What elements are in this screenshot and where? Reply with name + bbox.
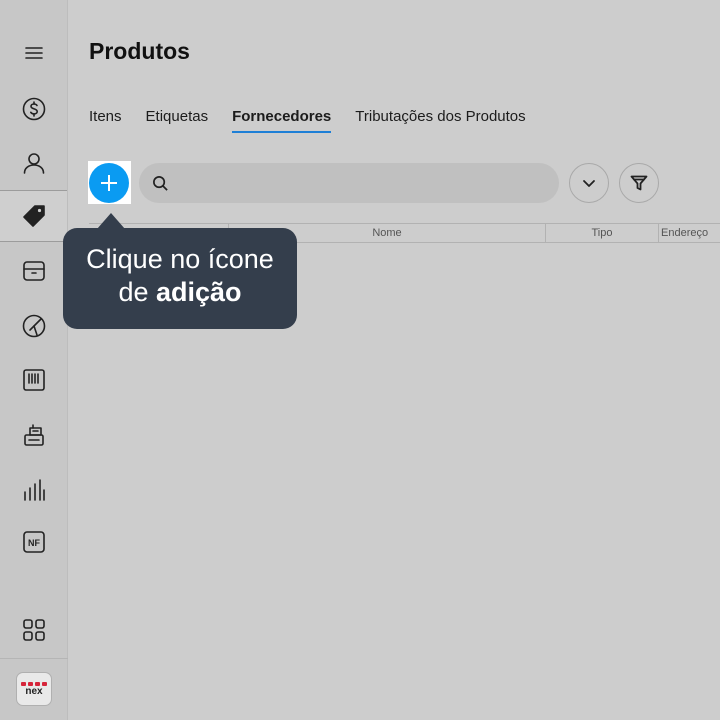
tab-etiquetas[interactable]: Etiquetas — [146, 107, 209, 133]
sidebar-item-register[interactable] — [0, 251, 67, 291]
tooltip-line-2: de adição — [63, 276, 297, 309]
register-icon — [22, 261, 45, 281]
column-header-endereco[interactable]: Endereço — [658, 224, 720, 242]
bar-chart-icon — [23, 479, 45, 501]
sidebar-item-nf[interactable]: NF — [0, 522, 67, 562]
nex-logo-text: nex — [25, 685, 43, 697]
search-icon — [153, 175, 168, 191]
tooltip-line-2-prefix: de — [118, 277, 149, 307]
tab-fornecedores[interactable]: Fornecedores — [232, 107, 332, 133]
chevron-down-icon — [583, 180, 595, 187]
plus-icon — [101, 175, 117, 191]
menu-icon — [24, 47, 43, 59]
tag-icon — [22, 205, 45, 227]
user-icon — [23, 153, 44, 174]
dollar-coin-icon — [22, 97, 45, 121]
add-button[interactable] — [89, 163, 129, 203]
tooltip-arrow — [97, 213, 125, 229]
sidebar-divider — [0, 658, 68, 659]
barcode-icon — [22, 369, 45, 391]
column-header-tipo[interactable]: Tipo — [545, 224, 658, 242]
sidebar-item-printer[interactable] — [0, 415, 67, 455]
filter-button[interactable] — [619, 163, 659, 203]
sidebar-item-products[interactable] — [0, 190, 67, 242]
sidebar-item-barcode[interactable] — [0, 360, 67, 400]
search-input[interactable] — [177, 175, 537, 191]
tab-tributacoes[interactable]: Tributações dos Produtos — [355, 107, 525, 133]
tab-itens[interactable]: Itens — [89, 107, 122, 133]
sidebar-item-finance[interactable] — [0, 89, 67, 129]
sidebar-item-apps[interactable] — [0, 610, 67, 650]
chart-pie-icon — [22, 314, 45, 338]
filter-icon — [630, 175, 648, 191]
sidebar: NF nex — [0, 0, 68, 720]
tab-bar: Itens Etiquetas Fornecedores Tributações… — [89, 107, 550, 133]
sidebar-item-reports[interactable] — [0, 306, 67, 346]
expand-button[interactable] — [569, 163, 609, 203]
page-title: Produtos — [89, 38, 190, 64]
sidebar-item-clients[interactable] — [0, 143, 67, 183]
tutorial-tooltip: Clique no ícone de adição — [63, 228, 297, 329]
svg-text:NF: NF — [28, 538, 40, 548]
sidebar-item-stats[interactable] — [0, 470, 67, 510]
search-bar[interactable] — [139, 163, 559, 203]
nex-logo-mark — [21, 681, 47, 686]
nf-icon: NF — [22, 531, 45, 553]
tooltip-line-1: Clique no ícone — [86, 244, 274, 274]
tooltip-line-2-bold: adição — [156, 277, 242, 307]
menu-button[interactable] — [0, 33, 67, 73]
nex-logo[interactable]: nex — [16, 672, 52, 706]
printer-icon — [23, 424, 44, 446]
apps-grid-icon — [22, 619, 45, 641]
